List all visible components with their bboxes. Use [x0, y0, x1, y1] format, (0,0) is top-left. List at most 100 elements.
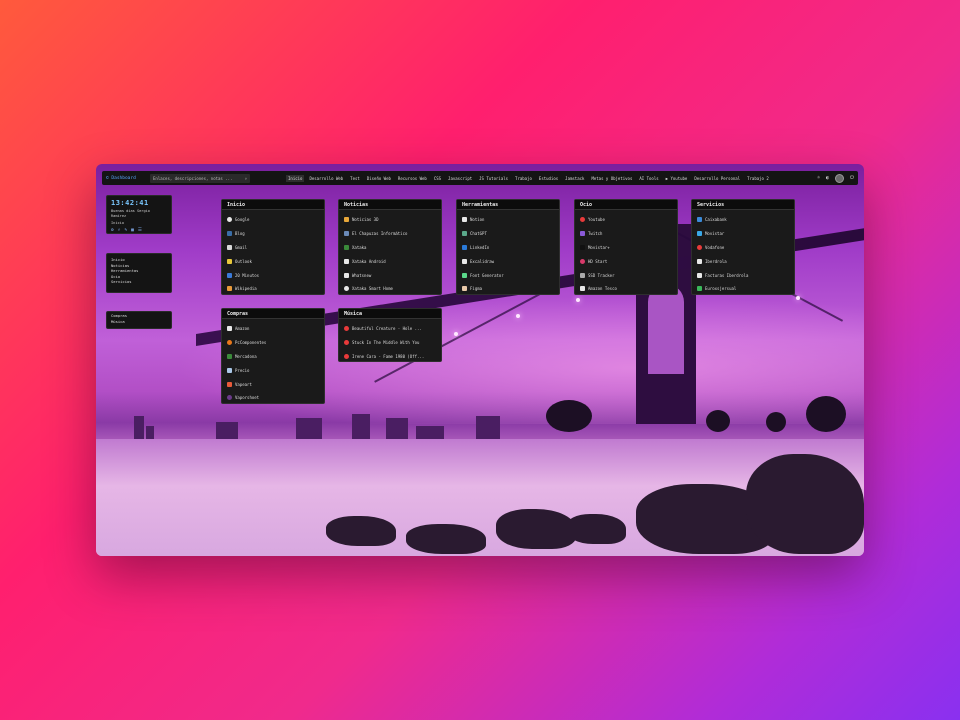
- theme-icon[interactable]: ◐: [826, 175, 829, 181]
- avatar[interactable]: [835, 173, 845, 183]
- tab-estudios[interactable]: Estudios: [537, 175, 560, 182]
- tab-ai-tools[interactable]: AI Tools: [637, 175, 660, 182]
- link-movistar-plus[interactable]: Movistar+: [580, 241, 672, 255]
- movistar-icon: [697, 231, 702, 237]
- nav-tabs: Inicio Desarrollo Web Test Diseño Web Re…: [286, 174, 771, 182]
- link-xataka-android[interactable]: Xataka Android: [344, 254, 436, 268]
- outlook-icon: [227, 258, 232, 264]
- link-whatsnew[interactable]: Whatsnew: [344, 268, 436, 282]
- youtube-icon: [344, 326, 349, 332]
- link-font-generator[interactable]: Font Generator: [462, 268, 554, 282]
- link-twitch[interactable]: Twitch: [580, 227, 672, 241]
- youtube-icon: [580, 217, 585, 223]
- blog-icon: [227, 231, 232, 237]
- link-xataka-smart-home[interactable]: Xataka Smart Home: [344, 282, 436, 296]
- brand-logo[interactable]: © Dashboard: [106, 176, 146, 181]
- precio-icon: [227, 367, 232, 373]
- link-xataka[interactable]: Xataka: [344, 241, 436, 255]
- tab-js-tutorials[interactable]: JS Tutorials: [477, 175, 510, 182]
- menu-item[interactable]: Música: [111, 319, 167, 325]
- tab-recursos-web[interactable]: Recursos Web: [396, 175, 429, 182]
- link-iberdrola[interactable]: Iberdrola: [697, 254, 789, 268]
- xataka-icon: [344, 244, 349, 250]
- link-hd-start[interactable]: HD Start: [580, 254, 672, 268]
- link-wikipedia[interactable]: Wikipedia: [227, 282, 319, 296]
- link-chatgpt[interactable]: ChatGPT: [462, 227, 554, 241]
- tab-test[interactable]: Test: [348, 175, 362, 182]
- tab-trabajo[interactable]: Trabajo: [513, 175, 534, 182]
- link-20-minutos[interactable]: 20 Minutos: [227, 268, 319, 282]
- list-icon[interactable]: ☰: [138, 228, 142, 233]
- link-mercadona[interactable]: Mercadona: [227, 350, 319, 364]
- search-icon[interactable]: ⌕: [245, 176, 247, 181]
- link-pccomponentes[interactable]: PcComponentes: [227, 336, 319, 350]
- power-icon[interactable]: ⏻: [850, 175, 854, 181]
- facturas-iberdrola-icon: [697, 272, 702, 278]
- link-gmail[interactable]: Gmail: [227, 241, 319, 255]
- link-vodafone[interactable]: Vodafone: [697, 241, 789, 255]
- link-facturas-iberdrola[interactable]: Facturas Iberdrola: [697, 268, 789, 282]
- xataka-android-icon: [344, 258, 349, 264]
- link-amazon[interactable]: Amazon: [227, 322, 319, 336]
- tab-desarrollo-personal[interactable]: Desarrollo Personal: [692, 175, 742, 182]
- toolbar-icons: ☼ ◐ ⏻: [817, 173, 854, 183]
- tab-css[interactable]: CSS: [432, 175, 443, 182]
- rock: [406, 524, 486, 554]
- vapeart-icon: [227, 381, 232, 387]
- link-precio[interactable]: Precio: [227, 363, 319, 377]
- link-vapeart[interactable]: Vapeart: [227, 377, 319, 391]
- link-chapuzas[interactable]: El Chapuzas Informático: [344, 227, 436, 241]
- card-compras: Compras Amazon PcComponentes Mercadona P…: [221, 308, 325, 404]
- edit-icon[interactable]: ✎: [124, 228, 127, 233]
- mercadona-icon: [227, 353, 232, 359]
- rock: [566, 514, 626, 544]
- link-euroxsjersual[interactable]: Euroxsjersual: [697, 282, 789, 296]
- search-input[interactable]: Enlaces, descripciones, notas ... ⌕: [150, 173, 250, 183]
- tab-desarrollo-web[interactable]: Desarrollo Web: [307, 175, 345, 182]
- link-excalidraw[interactable]: Excalidraw: [462, 254, 554, 268]
- link-vaporshoet[interactable]: Vaporshoet: [227, 391, 319, 405]
- twitch-icon: [580, 231, 585, 237]
- link-youtube[interactable]: Youtube: [580, 213, 672, 227]
- top-bar: © Dashboard Enlaces, descripciones, nota…: [102, 171, 858, 185]
- link-movistar[interactable]: Movistar: [697, 227, 789, 241]
- hd-start-icon: [580, 258, 585, 264]
- rock: [326, 516, 396, 546]
- link-caixabank[interactable]: Caixabank: [697, 213, 789, 227]
- link-song[interactable]: Beautiful Creature - Hole ...: [344, 322, 436, 336]
- link-notion[interactable]: Notion: [462, 213, 554, 227]
- card-servicios: Servicios Caixabank Movistar Vodafone Ib…: [691, 199, 795, 295]
- tab-jamstack[interactable]: Jamstack: [563, 175, 586, 182]
- link-linkedin[interactable]: LinkedIn: [462, 241, 554, 255]
- linkedin-icon: [462, 244, 467, 250]
- card-title: Servicios: [692, 200, 794, 210]
- sun-icon[interactable]: ☼: [817, 175, 820, 181]
- link-blog[interactable]: Blog: [227, 227, 319, 241]
- tab-javascript[interactable]: Javascript: [446, 175, 474, 182]
- link-figma[interactable]: Figma: [462, 282, 554, 296]
- link-ssd-tracker[interactable]: SSD Tracker: [580, 268, 672, 282]
- tab-youtube[interactable]: ▶ Youtube: [664, 175, 690, 182]
- link-outlook[interactable]: Outlook: [227, 254, 319, 268]
- pccomponentes-icon: [227, 340, 232, 346]
- movistar-plus-icon: [580, 244, 585, 250]
- link-amazon-tesco[interactable]: Amazon Tesco: [580, 282, 672, 296]
- grid-icon[interactable]: ▦: [131, 228, 134, 233]
- tab-trabajo-2[interactable]: Trabajo 2: [745, 175, 771, 182]
- link-song[interactable]: Stuck In The Middle With You: [344, 336, 436, 350]
- card-title: Noticias: [339, 200, 441, 210]
- xataka-smart-home-icon: [344, 286, 349, 292]
- link-noticias-3d[interactable]: Noticias 3D: [344, 213, 436, 227]
- card-inicio: Inicio Google Blog Gmail Outlook 20 Minu…: [221, 199, 325, 295]
- euroxsjersual-icon: [697, 286, 702, 292]
- link-google[interactable]: Google: [227, 213, 319, 227]
- link-song[interactable]: Irene Cara - Fame 1980 (Off...: [344, 350, 436, 364]
- tab-diseno-web[interactable]: Diseño Web: [365, 175, 393, 182]
- menu-item[interactable]: Servicios: [111, 279, 167, 285]
- card-ocio: Ocio Youtube Twitch Movistar+ HD Start S…: [574, 199, 678, 295]
- trees: [536, 392, 864, 432]
- settings-icon[interactable]: ⚙: [111, 228, 114, 233]
- tab-metas[interactable]: Metas y Objetivos: [589, 175, 634, 182]
- search-icon[interactable]: ⌕: [118, 228, 121, 233]
- tab-inicio[interactable]: Inicio: [286, 174, 305, 182]
